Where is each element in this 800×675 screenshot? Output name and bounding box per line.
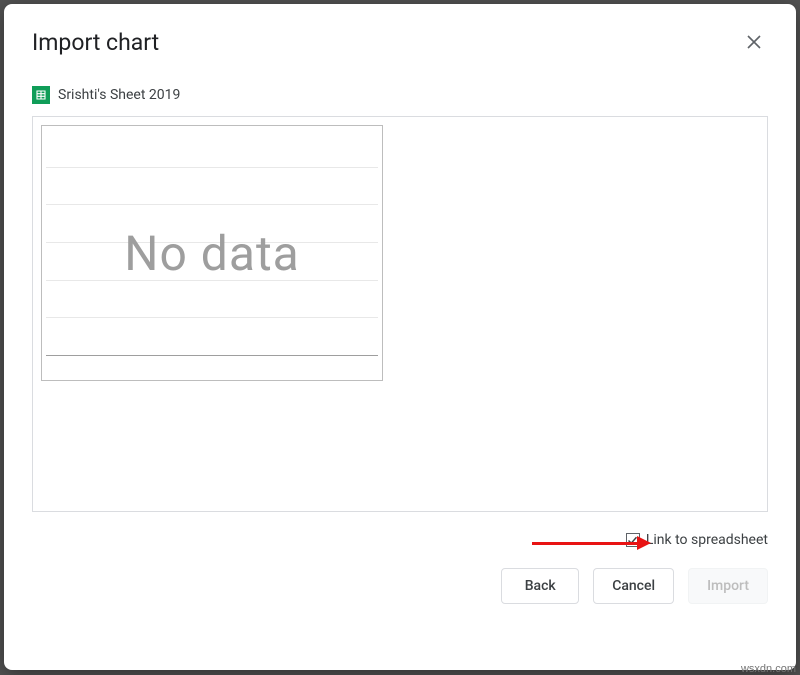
checkmark-icon bbox=[627, 535, 638, 546]
dialog-title: Import chart bbox=[32, 29, 159, 56]
watermark: wsxdn.com bbox=[741, 663, 796, 675]
back-button[interactable]: Back bbox=[501, 568, 579, 604]
dialog-header: Import chart bbox=[32, 28, 768, 56]
source-sheet-name: Srishti's Sheet 2019 bbox=[58, 87, 180, 103]
no-data-label: No data bbox=[124, 225, 300, 282]
source-sheet-row: Srishti's Sheet 2019 bbox=[32, 86, 768, 104]
link-to-spreadsheet-label[interactable]: Link to spreadsheet bbox=[646, 532, 768, 548]
import-button: Import bbox=[688, 568, 768, 604]
close-icon bbox=[747, 35, 761, 49]
sheets-icon bbox=[32, 86, 50, 104]
import-chart-dialog: Import chart Srishti's Sheet 2019 bbox=[4, 4, 796, 670]
link-to-spreadsheet-checkbox[interactable] bbox=[626, 533, 640, 547]
dialog-footer: Back Cancel Import bbox=[32, 568, 768, 604]
chart-thumbnail[interactable]: No data bbox=[41, 125, 383, 381]
chart-preview-panel: No data bbox=[32, 116, 768, 512]
close-button[interactable] bbox=[740, 28, 768, 56]
cancel-button[interactable]: Cancel bbox=[593, 568, 674, 604]
link-option-row: Link to spreadsheet bbox=[32, 532, 768, 548]
